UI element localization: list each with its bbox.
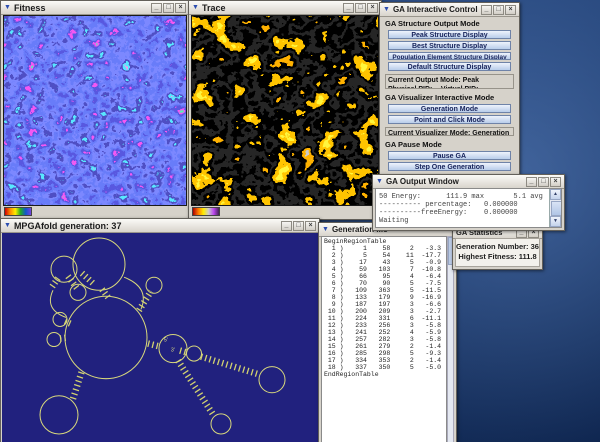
close-button[interactable]: × [505,5,516,15]
trace-heatmap[interactable] [191,15,379,206]
fitness-window: ▼ Fitness _ □ × [0,0,190,220]
best-structure-display-button[interactable]: Best Structure Display [388,41,511,50]
minimize-button[interactable]: _ [481,5,492,15]
mpgafold-window-controls: _ □ × [281,221,316,231]
rna-strand-labels: 5' 3' [164,338,175,354]
minimize-button[interactable]: _ [151,3,162,13]
fitness-statusbar [3,207,187,217]
ga-output-window-title: GA Output Window [386,177,523,186]
ga-controls-window: ▼ GA Interactive Controls _ □ × GA Struc… [379,2,520,176]
step-one-generation-button[interactable]: Step One Generation [388,162,511,171]
java-window-icon: ▼ [4,4,11,11]
scrollbar-thumb[interactable] [551,201,562,216]
trace-window-controls: _ □ × [343,3,378,13]
point-and-click-mode-button[interactable]: Point and Click Mode [388,115,511,124]
mpgafold-titlebar[interactable]: ▼ MPGAfold generation: 37 _ □ × [1,219,319,233]
ga-controls-window-title: GA Interactive Controls [393,5,478,14]
ga-output-titlebar[interactable]: ▼ GA Output Window _ □ × [373,175,564,189]
maximize-button[interactable]: □ [355,3,366,13]
ga-stats-window: GA Statistics _ × Generation Number: 36 … [452,226,543,270]
ga-output-log-view[interactable]: 50 Energy: 111.9 max 5.1 avg---------- p… [375,188,562,228]
close-button[interactable]: × [305,221,316,231]
visualizer-mode-status: Current Visualizer Mode: Generation [385,127,514,137]
ga-controls-window-controls: _ □ × [481,5,516,15]
pause-mode-label: GA Pause Mode [385,140,514,149]
trace-window: ▼ Trace _ □ × [188,0,382,220]
output-mode-status: Current Output Mode: Peak Physical PID: … [385,74,514,89]
fitness-window-controls: _ □ × [151,3,186,13]
fitness-colorbar [4,207,32,216]
scroll-up-button[interactable]: ▲ [550,189,561,200]
maximize-button[interactable]: □ [538,177,549,187]
java-window-icon: ▼ [192,4,199,11]
five-prime-label: 5' [164,338,168,344]
mpgafold-window-title: MPGAfold generation: 37 [14,221,278,231]
highest-fitness-text: Highest Fitness: 111.8 [456,252,539,262]
generation-mode-button[interactable]: Generation Mode [388,104,511,113]
ga-controls-panel: GA Structure Output Mode Peak Structure … [382,16,517,173]
java-window-icon: ▼ [4,222,11,229]
ga-output-window-controls: _ □ × [526,177,561,187]
mpgafold-window: ▼ MPGAfold generation: 37 _ □ × [0,218,320,442]
fitness-heatmap-svg [4,16,186,205]
default-structure-display-button[interactable]: Default Structure Display [388,62,511,71]
maximize-button[interactable]: □ [163,3,174,13]
fitness-window-title: Fitness [14,3,148,13]
minimize-button[interactable]: _ [343,3,354,13]
rna-structure-view[interactable]: 5' 3' [2,233,318,442]
java-window-icon: ▼ [376,178,383,185]
ga-output-window: ▼ GA Output Window _ □ × 50 Energy: 111.… [372,174,565,231]
pid-status-text: Physical PID: -- Virtual PID: -- [388,85,511,89]
trace-window-title: Trace [202,3,340,13]
scroll-down-button[interactable]: ▼ [550,216,561,227]
rna-structure-drawing: 5' 3' [2,233,318,442]
minimize-button[interactable]: _ [281,221,292,231]
java-window-icon: ▼ [322,226,329,233]
java-window-icon: ▼ [383,6,390,13]
trace-statusbar [191,207,379,217]
minimize-button[interactable]: _ [526,177,537,187]
rna-helix-stems [51,273,260,416]
trace-colorbar [192,207,220,216]
three-prime-label: 3' [171,348,175,354]
desktop: ▼ Fitness _ □ × [0,0,600,442]
trace-heatmap-svg [192,16,378,205]
structure-output-mode-label: GA Structure Output Mode [385,19,514,28]
fitness-titlebar[interactable]: ▼ Fitness _ □ × [1,1,189,15]
trace-titlebar[interactable]: ▼ Trace _ □ × [189,1,381,15]
region-table-view[interactable]: BeginRegionTable 1 ) 1 58 2 -3.3 2 ) 5 5… [321,236,447,442]
ga-controls-titlebar[interactable]: ▼ GA Interactive Controls _ □ × [380,3,519,17]
close-button[interactable]: × [550,177,561,187]
peak-structure-display-button[interactable]: Peak Structure Display [388,30,511,39]
ga-stats-panel: Generation Number: 36 Highest Fitness: 1… [455,238,540,267]
rna-loops [40,238,285,434]
pause-ga-button[interactable]: Pause GA [388,151,511,160]
generation-number-text: Generation Number: 36 [456,242,539,252]
ga-output-log-text: ---------- percentage: 0.000000 --------… [379,201,518,225]
current-output-mode-text: Current Output Mode: Peak [388,76,511,85]
visualizer-mode-label: GA Visualizer Interactive Mode [385,93,514,102]
close-button[interactable]: × [367,3,378,13]
ga-output-scrollbar[interactable]: ▲ ▼ [549,189,561,227]
close-button[interactable]: × [175,3,186,13]
maximize-button[interactable]: □ [493,5,504,15]
generation-mode-window: ▼ Generation Mo BeginRegionTable 1 ) 1 5… [318,222,457,442]
maximize-button[interactable]: □ [293,221,304,231]
clipped-log-line: 50 Energy: 111.9 max 5.1 avg [379,193,558,201]
region-table-text: BeginRegionTable 1 ) 1 58 2 -3.3 2 ) 5 5… [322,237,446,379]
population-element-structure-display-button[interactable]: Population Element Structure Display [388,52,511,61]
fitness-heatmap[interactable] [3,15,187,206]
